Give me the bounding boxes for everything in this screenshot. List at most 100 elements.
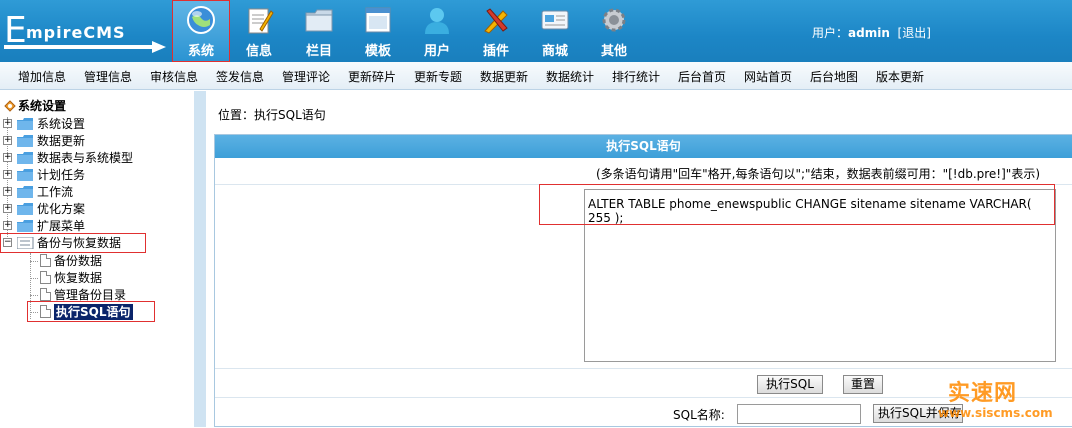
folder-icon [17, 169, 33, 181]
nav-label: 系统 [187, 44, 214, 59]
folder-icon [305, 9, 333, 32]
nav-column[interactable]: 栏目 [290, 0, 348, 62]
watermark-url: www.siscms.com [938, 406, 1053, 420]
nav-label: 商城 [541, 44, 568, 59]
nav-label: 模板 [364, 44, 391, 59]
submenu-admin-map[interactable]: 后台地图 [810, 68, 858, 85]
quick-menu-bar: 增加信息 管理信息 审核信息 签发信息 管理评论 更新碎片 更新专题 数据更新 … [0, 62, 1072, 90]
folder-icon [17, 186, 33, 198]
empirecms-logo[interactable]: E mpireCMS [4, 10, 166, 53]
expand-plus-icon[interactable]: + [3, 136, 12, 145]
breadcrumb-link[interactable]: 执行SQL语句 [254, 108, 326, 122]
folder-icon [17, 118, 33, 130]
nav-shop[interactable]: 商城 [526, 0, 584, 62]
tree-child-label-selected: 执行SQL语句 [54, 304, 133, 320]
tree-guide-line [30, 261, 38, 262]
submenu-update-topics[interactable]: 更新专题 [414, 68, 462, 85]
nav-label: 栏目 [305, 44, 332, 59]
execute-sql-button[interactable]: 执行SQL [757, 375, 823, 394]
hint-row: (多条语句请用"回车"格开,每条语句以";"结束，数据表前缀可用："[!db.p… [215, 159, 1072, 185]
nav-template[interactable]: 模板 [349, 0, 407, 62]
logo-arrow [4, 45, 154, 49]
tree-item-scheduled-tasks[interactable]: + 计划任务 [3, 167, 173, 183]
logout-link[interactable]: [退出] [898, 26, 931, 40]
expand-plus-icon[interactable]: + [3, 119, 12, 128]
settings-icon [4, 100, 16, 112]
submenu-admin-home[interactable]: 后台首页 [678, 68, 726, 85]
expand-plus-icon[interactable]: + [3, 221, 12, 230]
tree-item-data-update[interactable]: + 数据更新 [3, 133, 173, 149]
execute-sql-form: 执行SQL语句 (多条语句请用"回车"格开,每条语句以";"结束，数据表前缀可用… [214, 134, 1072, 427]
tree-item-label: 数据更新 [37, 134, 86, 148]
folder-icon [17, 135, 33, 147]
submenu-add-info[interactable]: 增加信息 [18, 68, 66, 85]
user-prefix: 用户： [812, 26, 849, 40]
nav-other[interactable]: 其他 [585, 0, 643, 62]
watermark-title: 实速网 [948, 381, 1018, 406]
tree-item-label: 计划任务 [37, 168, 86, 182]
tools-icon [484, 8, 508, 34]
nav-label: 其他 [600, 44, 627, 59]
tree-item-label: 扩展菜单 [37, 219, 86, 233]
user-icon [425, 8, 449, 34]
form-title: 执行SQL语句 [215, 135, 1072, 158]
button-row: 执行SQL 重置 [215, 368, 1072, 398]
submenu-review-info[interactable]: 审核信息 [150, 68, 198, 85]
nav-info[interactable]: 信息 [230, 0, 288, 62]
gear-icon [602, 8, 626, 32]
tree-guide-line [30, 295, 38, 296]
window-icon [365, 7, 391, 33]
folder-icon [17, 220, 33, 232]
sql-name-input[interactable] [737, 404, 861, 424]
sidebar-splitter[interactable] [194, 91, 206, 427]
submenu-rank-stats[interactable]: 排行统计 [612, 68, 660, 85]
collapse-minus-icon[interactable]: − [3, 238, 12, 247]
nav-plugin[interactable]: 插件 [467, 0, 525, 62]
breadcrumb: 位置：执行SQL语句 [218, 106, 326, 123]
tree-item-workflow[interactable]: + 工作流 [3, 184, 173, 200]
breadcrumb-label: 位置： [218, 108, 255, 122]
tree-guide-line [30, 312, 38, 313]
tree-item-label: 系统设置 [37, 117, 86, 131]
submenu-version-update[interactable]: 版本更新 [876, 68, 924, 85]
expand-plus-icon[interactable]: + [3, 153, 12, 162]
page-icon [40, 254, 51, 267]
reset-button[interactable]: 重置 [843, 375, 883, 394]
nav-label: 插件 [482, 44, 509, 59]
tree-item-system-settings[interactable]: + 系统设置 [3, 116, 173, 132]
globe-icon [187, 6, 215, 34]
sql-textarea[interactable] [584, 189, 1056, 362]
top-header: E mpireCMS 系统 信息 栏目 模板 用户 插件 商城 其他 用户：ad… [0, 0, 1072, 62]
tree-child-label: 恢复数据 [54, 271, 103, 285]
submenu-data-stats[interactable]: 数据统计 [546, 68, 594, 85]
logo-text: mpireCMS [26, 23, 126, 42]
tree-child-label: 备份数据 [54, 254, 103, 268]
submenu-update-fragments[interactable]: 更新碎片 [348, 68, 396, 85]
notepad-icon [248, 8, 274, 34]
sql-name-label: SQL名称: [673, 408, 725, 422]
page-icon [40, 305, 51, 318]
submenu-site-home[interactable]: 网站首页 [744, 68, 792, 85]
tree-item-backup-restore[interactable]: − 备份与恢复数据 [3, 235, 173, 251]
nav-user[interactable]: 用户 [408, 0, 466, 62]
submenu-manage-comments[interactable]: 管理评论 [282, 68, 330, 85]
logo-initial: E [4, 10, 27, 51]
username: admin [848, 26, 890, 40]
expand-plus-icon[interactable]: + [3, 170, 12, 179]
expand-plus-icon[interactable]: + [3, 204, 12, 213]
hint-text: (多条语句请用"回车"格开,每条语句以";"结束，数据表前缀可用："[!db.p… [595, 167, 1040, 181]
tree-guide-line [30, 278, 38, 279]
tree-item-optimization[interactable]: + 优化方案 [3, 201, 173, 217]
logo-arrow-head [152, 41, 166, 53]
submenu-sign-info[interactable]: 签发信息 [216, 68, 264, 85]
submenu-data-update[interactable]: 数据更新 [480, 68, 528, 85]
tree-item-label: 工作流 [37, 185, 74, 199]
submenu-manage-info[interactable]: 管理信息 [84, 68, 132, 85]
tree-item-extended-menu[interactable]: + 扩展菜单 [3, 218, 173, 234]
expand-plus-icon[interactable]: + [3, 187, 12, 196]
tree-item-tables-models[interactable]: + 数据表与系统模型 [3, 150, 173, 166]
folder-icon [17, 203, 33, 215]
page-icon [40, 271, 51, 284]
user-info: 用户：admin [退出] [812, 24, 931, 41]
nav-system[interactable]: 系统 [172, 0, 230, 62]
